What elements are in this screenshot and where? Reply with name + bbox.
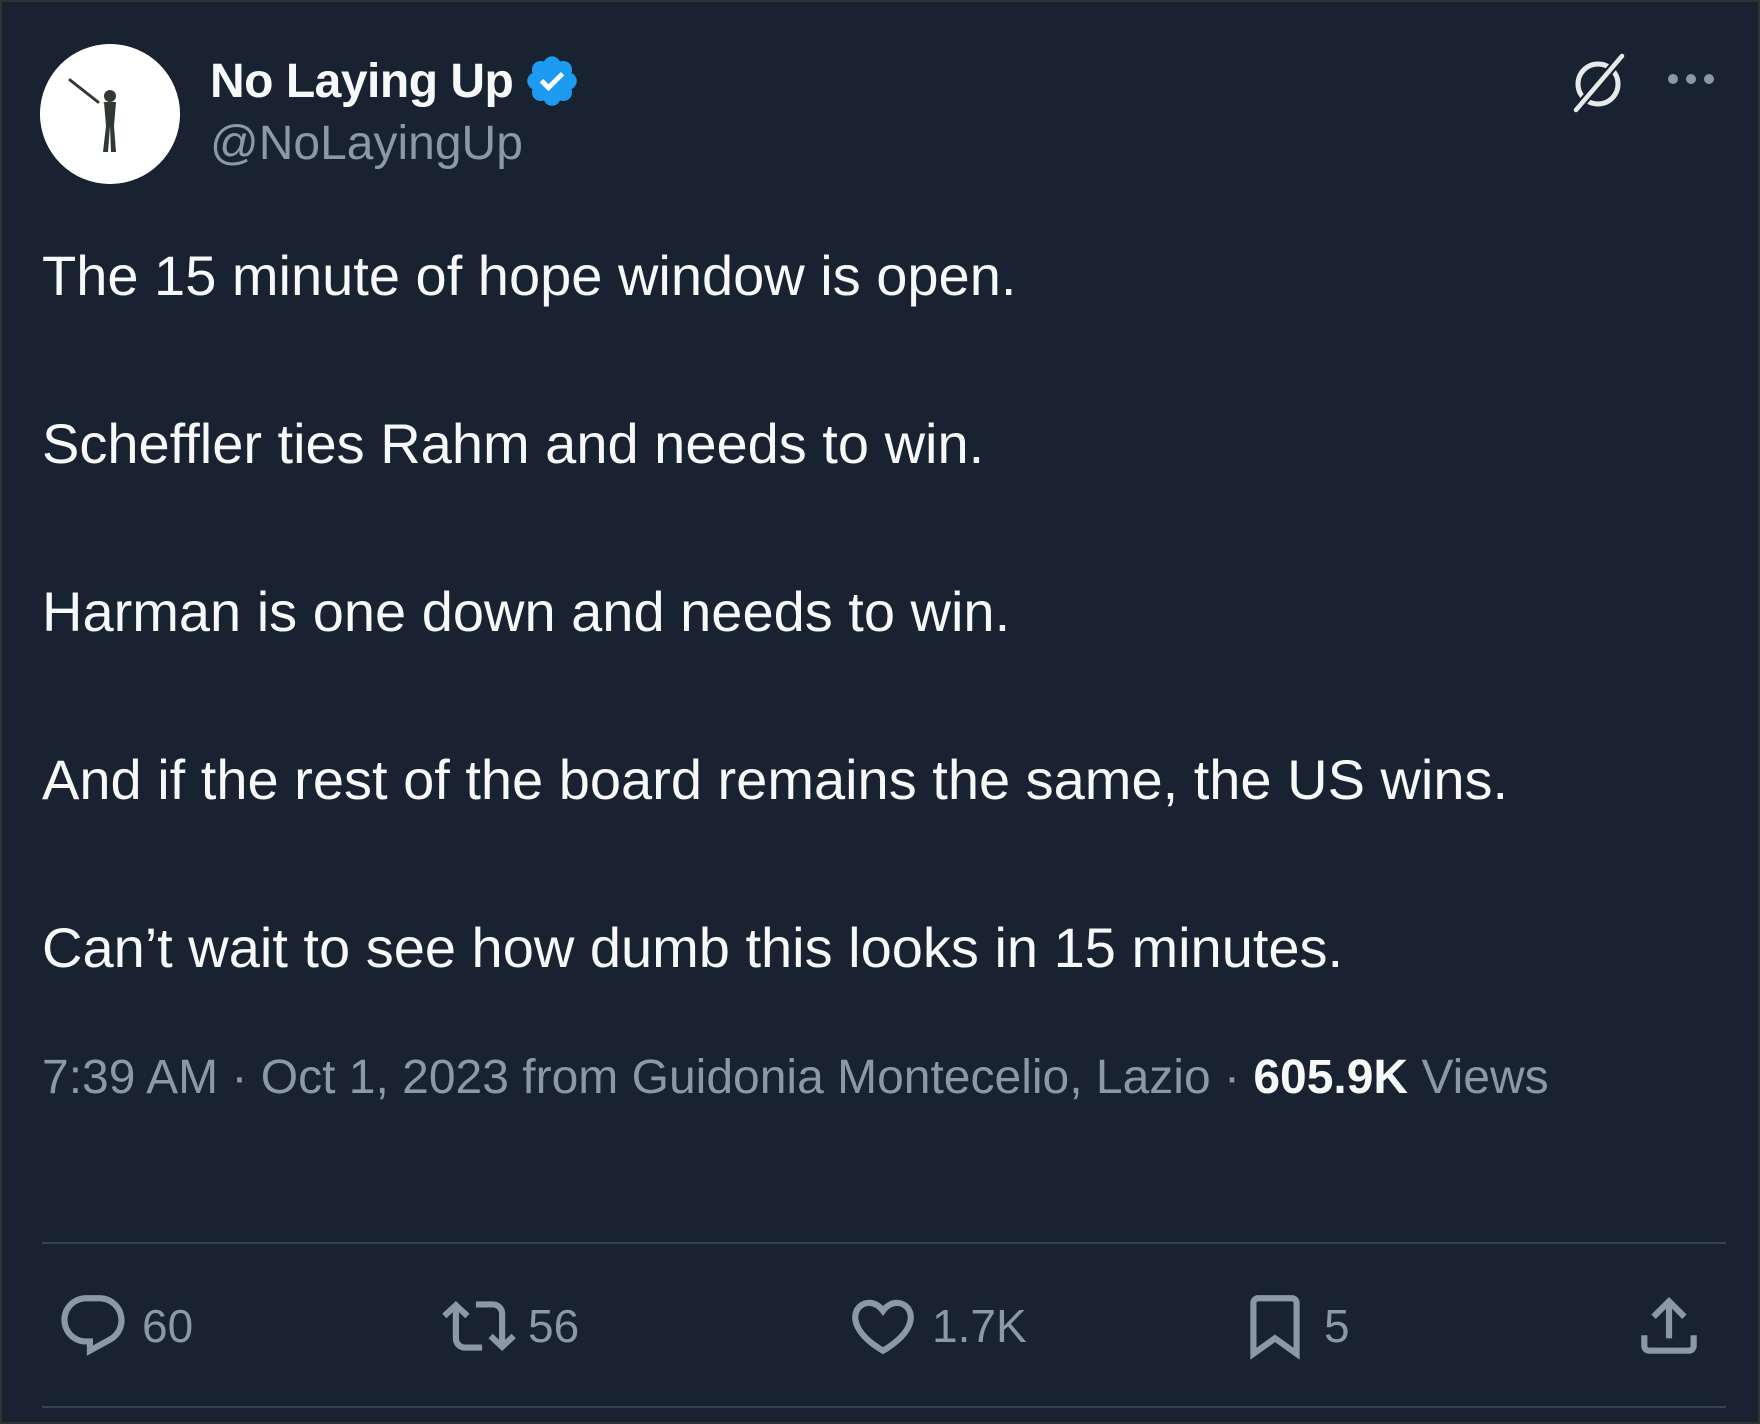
meta-separator: · xyxy=(231,1051,248,1104)
avatar[interactable] xyxy=(40,44,180,184)
tweet-meta: 7:39 AM · Oct 1, 2023 from Guidonia Mont… xyxy=(42,1042,1702,1114)
author-name-row[interactable]: No Laying Up xyxy=(210,46,581,116)
tweet-paragraph: The 15 minute of hope window is open. xyxy=(42,244,1017,307)
tweet-paragraph: Scheffler ties Rahm and needs to win. xyxy=(42,412,985,475)
tweet-paragraph: And if the rest of the board remains the… xyxy=(42,748,1509,811)
heart-icon xyxy=(852,1299,914,1355)
more-options-icon[interactable] xyxy=(1660,54,1722,104)
grok-icon[interactable] xyxy=(1562,46,1634,118)
divider xyxy=(42,1242,1726,1244)
tweet-text: The 15 minute of hope window is open. Sc… xyxy=(42,234,1722,990)
retweet-count: 56 xyxy=(528,1300,580,1352)
retweet-icon xyxy=(442,1300,516,1352)
tweet-paragraph: Harman is one down and needs to win. xyxy=(42,580,1011,643)
share-button[interactable] xyxy=(1632,1288,1706,1364)
bookmark-icon xyxy=(1250,1295,1300,1360)
bookmark-count: 5 xyxy=(1324,1300,1350,1352)
golfer-silhouette-icon xyxy=(40,44,180,184)
tweet-date[interactable]: Oct 1, 2023 xyxy=(261,1051,509,1104)
like-button[interactable]: 1.7K xyxy=(846,1288,1027,1364)
meta-separator: · xyxy=(1223,1051,1240,1104)
author-display-name[interactable]: No Laying Up xyxy=(210,54,514,109)
verified-badge-icon[interactable] xyxy=(523,52,581,110)
reply-icon xyxy=(61,1295,125,1356)
author-handle[interactable]: @NoLayingUp xyxy=(210,116,523,171)
retweet-button[interactable]: 56 xyxy=(442,1288,579,1364)
views-count[interactable]: 605.9K xyxy=(1253,1051,1408,1104)
share-icon xyxy=(1641,1296,1697,1354)
reply-button[interactable]: 60 xyxy=(56,1288,193,1364)
bookmark-button[interactable]: 5 xyxy=(1238,1288,1350,1364)
tweet-card: No Laying Up @NoLayingUp The 15 minute o… xyxy=(0,0,1760,1424)
views-label[interactable]: Views xyxy=(1421,1051,1548,1104)
like-count: 1.7K xyxy=(932,1300,1027,1352)
action-bar: 60 56 1.7K 5 xyxy=(2,1288,1760,1364)
tweet-time[interactable]: 7:39 AM xyxy=(42,1051,218,1104)
tweet-paragraph: Can’t wait to see how dumb this looks in… xyxy=(42,916,1344,979)
divider xyxy=(42,1406,1726,1408)
reply-count: 60 xyxy=(142,1300,194,1352)
tweet-location: from Guidonia Montecelio, Lazio xyxy=(522,1051,1211,1104)
